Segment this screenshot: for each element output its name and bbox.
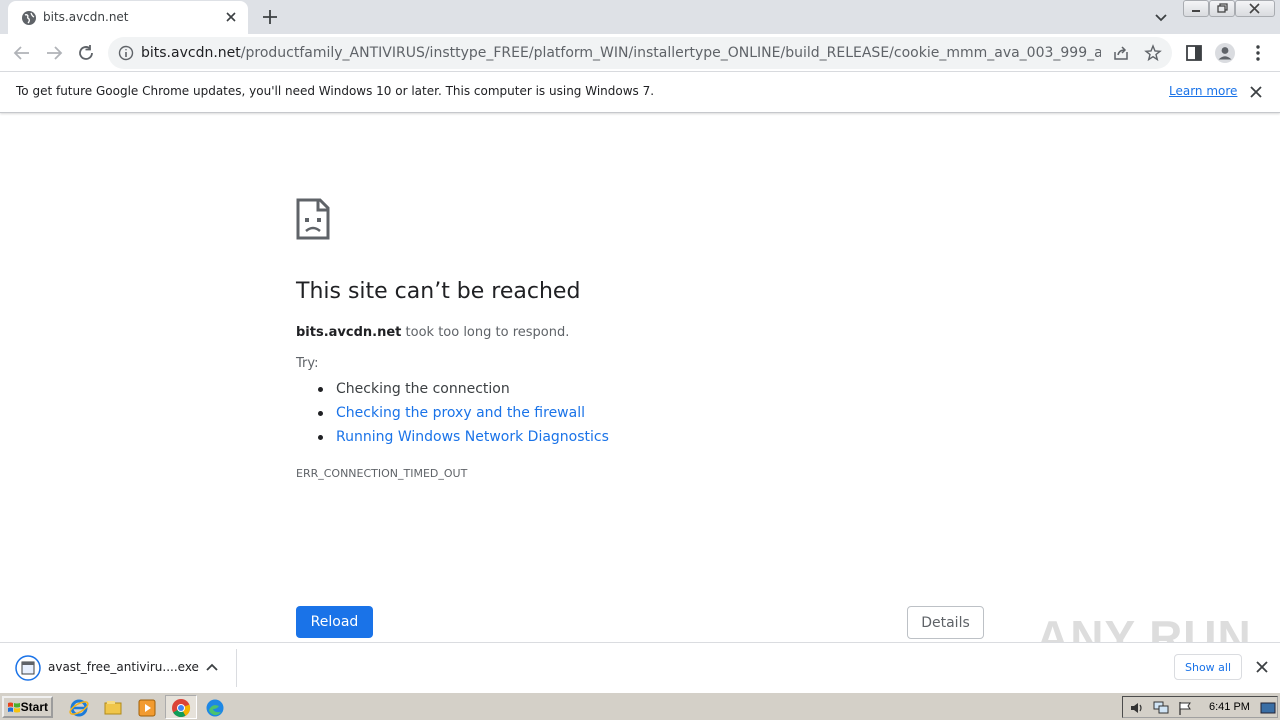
edge-icon[interactable] [204, 697, 226, 719]
update-infobar: To get future Google Chrome updates, you… [0, 72, 1280, 113]
chrome-icon [172, 699, 191, 718]
close-icon[interactable] [1248, 84, 1264, 100]
reload-button[interactable]: Reload [296, 606, 373, 638]
windows-logo-icon [8, 702, 20, 713]
start-label: Start [20, 700, 48, 714]
reload-icon[interactable] [75, 42, 97, 64]
download-shelf: avast_free_antiviru....exe Show all [0, 642, 1280, 692]
close-icon[interactable] [1255, 660, 1269, 674]
minimize-icon [1192, 10, 1200, 12]
internet-explorer-icon[interactable] [68, 697, 90, 719]
browser-toolbar: bits.avcdn.net/productfamily_ANTIVIRUS/i… [0, 34, 1280, 72]
error-host: bits.avcdn.net [296, 325, 402, 340]
url-path: /productfamily_ANTIVIRUS/insttype_FREE/p… [240, 45, 1101, 61]
windows-taskbar: Start 6:41 PM [0, 692, 1280, 720]
suggestion-check-connection: Checking the connection [336, 381, 510, 397]
infobar-message: To get future Google Chrome updates, you… [16, 84, 655, 98]
learn-more-link[interactable]: Learn more [1169, 84, 1237, 98]
details-button[interactable]: Details [907, 606, 984, 639]
show-all-button[interactable]: Show all [1174, 654, 1242, 680]
new-tab-icon[interactable] [260, 7, 280, 27]
info-icon[interactable] [118, 45, 134, 61]
url-host: bits.avcdn.net [141, 45, 241, 61]
address-bar[interactable]: bits.avcdn.net/productfamily_ANTIVIRUS/i… [108, 37, 1172, 69]
more-menu-icon[interactable] [1247, 42, 1269, 64]
download-file-name[interactable]: avast_free_antiviru....exe [48, 660, 199, 674]
try-label: Try: [296, 356, 319, 371]
close-icon [1249, 3, 1260, 14]
side-panel-icon[interactable] [1183, 42, 1205, 64]
suggestion-proxy-firewall-link[interactable]: Checking the proxy and the firewall [336, 405, 585, 421]
error-code: ERR_CONNECTION_TIMED_OUT [296, 467, 468, 480]
action-center-flag-icon[interactable] [1177, 700, 1193, 716]
system-tray: 6:41 PM [1122, 696, 1278, 718]
tab-strip: bits.avcdn.net [0, 0, 1280, 34]
file-explorer-icon[interactable] [102, 697, 124, 719]
error-title: This site can’t be reached [296, 279, 581, 304]
sad-page-icon [296, 198, 330, 240]
forward-arrow-icon[interactable] [43, 42, 65, 64]
minimize-button[interactable] [1183, 0, 1209, 17]
show-desktop-icon[interactable] [1260, 700, 1276, 716]
installer-file-icon[interactable] [15, 655, 41, 681]
url-text[interactable]: bits.avcdn.net/productfamily_ANTIVIRUS/i… [141, 45, 1101, 61]
profile-avatar-icon[interactable] [1214, 42, 1236, 64]
tab-active[interactable]: bits.avcdn.net [8, 1, 248, 34]
suggestion-network-diagnostics-link[interactable]: Running Windows Network Diagnostics [336, 429, 609, 445]
tab-title: bits.avcdn.net [43, 10, 129, 24]
network-icon[interactable] [1153, 700, 1169, 716]
error-desc-text: took too long to respond. [401, 325, 570, 340]
share-icon[interactable] [1112, 44, 1130, 62]
chrome-taskbar-item[interactable] [165, 695, 197, 719]
start-button[interactable]: Start [2, 696, 53, 718]
window-close-button[interactable] [1235, 0, 1275, 17]
close-tab-icon[interactable] [223, 9, 239, 25]
restore-button[interactable] [1209, 0, 1235, 17]
globe-icon [22, 11, 36, 25]
speaker-icon[interactable] [1129, 700, 1145, 716]
restore-icon [1217, 3, 1228, 13]
bookmark-star-icon[interactable] [1144, 44, 1162, 62]
shelf-divider [236, 649, 237, 687]
taskbar-clock[interactable]: 6:41 PM [1209, 701, 1250, 713]
media-player-icon[interactable] [136, 697, 158, 719]
chevron-down-icon[interactable] [1152, 8, 1170, 26]
chevron-up-icon[interactable] [205, 660, 219, 674]
back-arrow-icon[interactable] [11, 42, 33, 64]
error-description: bits.avcdn.net took too long to respond. [296, 325, 569, 340]
